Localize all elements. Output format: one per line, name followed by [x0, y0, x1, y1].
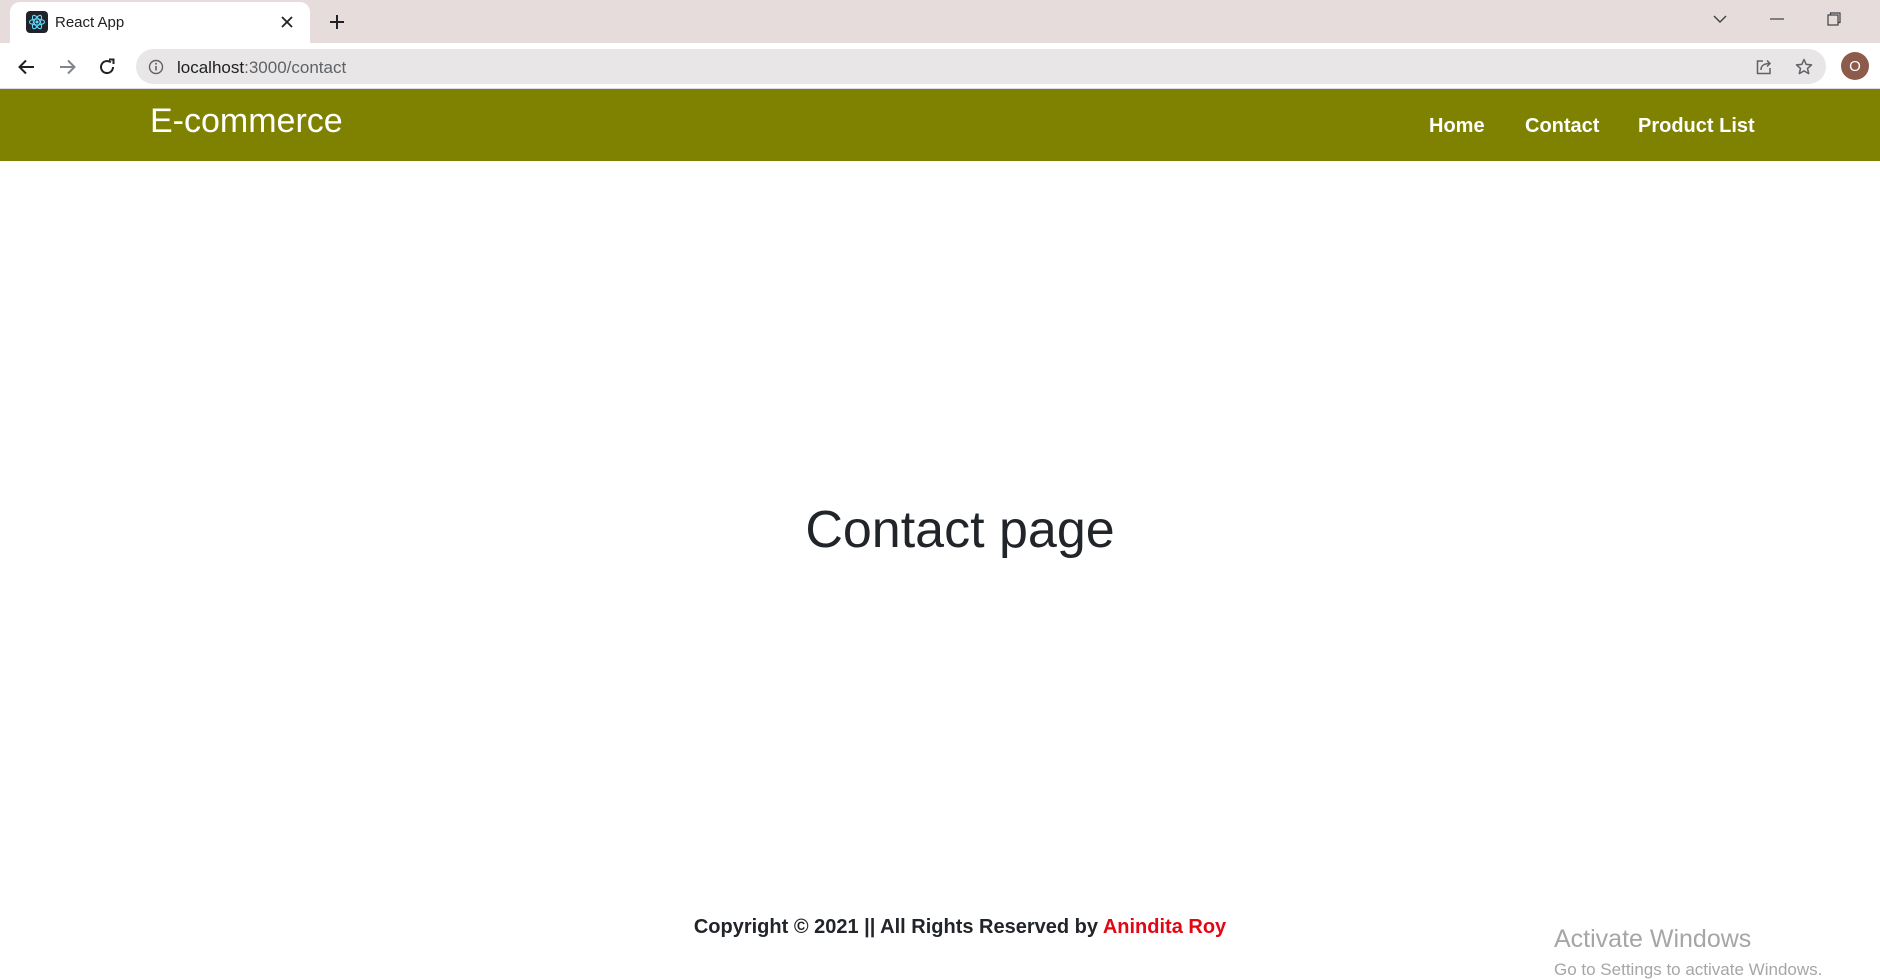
tab-strip: React App	[0, 0, 1880, 43]
browser-tab[interactable]: React App	[10, 2, 310, 43]
nav-link-contact[interactable]: Contact	[1525, 115, 1599, 138]
url-text[interactable]: localhost:3000/contact	[177, 58, 346, 78]
profile-avatar[interactable]: O	[1841, 52, 1869, 80]
react-icon	[26, 11, 48, 33]
brand-logo[interactable]: E-commerce	[150, 102, 343, 141]
page-title: Contact page	[805, 501, 1115, 559]
arrow-left-icon[interactable]	[11, 51, 43, 83]
site-navbar: E-commerce Home Contact Product List	[0, 89, 1880, 161]
activate-windows-watermark: Activate Windows Go to Settings to activ…	[1554, 925, 1822, 980]
watermark-title: Activate Windows	[1554, 925, 1752, 953]
minimize-icon[interactable]	[1749, 0, 1805, 38]
share-icon[interactable]	[1752, 55, 1776, 79]
address-bar[interactable]: localhost:3000/contact	[136, 49, 1826, 84]
footer-author: Anindita Roy	[1102, 916, 1227, 938]
info-icon[interactable]	[146, 57, 166, 77]
star-icon[interactable]	[1792, 55, 1816, 79]
chevron-down-icon[interactable]	[1692, 0, 1748, 38]
tab-title: React App	[55, 14, 125, 31]
url-path: :3000/contact	[244, 58, 347, 77]
watermark-subtitle: Go to Settings to activate Windows.	[1554, 960, 1823, 979]
nav-link-product-list[interactable]: Product List	[1638, 115, 1755, 138]
restore-icon[interactable]	[1806, 0, 1862, 38]
url-host: localhost	[177, 58, 245, 77]
browser-toolbar: localhost:3000/contact O	[0, 43, 1880, 89]
close-icon[interactable]	[276, 11, 298, 33]
arrow-right-icon[interactable]	[51, 51, 83, 83]
plus-icon[interactable]	[322, 8, 352, 36]
footer-text: Copyright © 2021 || All Rights Reserved …	[693, 916, 1103, 938]
nav-link-home[interactable]: Home	[1429, 115, 1485, 138]
reload-icon[interactable]	[91, 51, 123, 83]
